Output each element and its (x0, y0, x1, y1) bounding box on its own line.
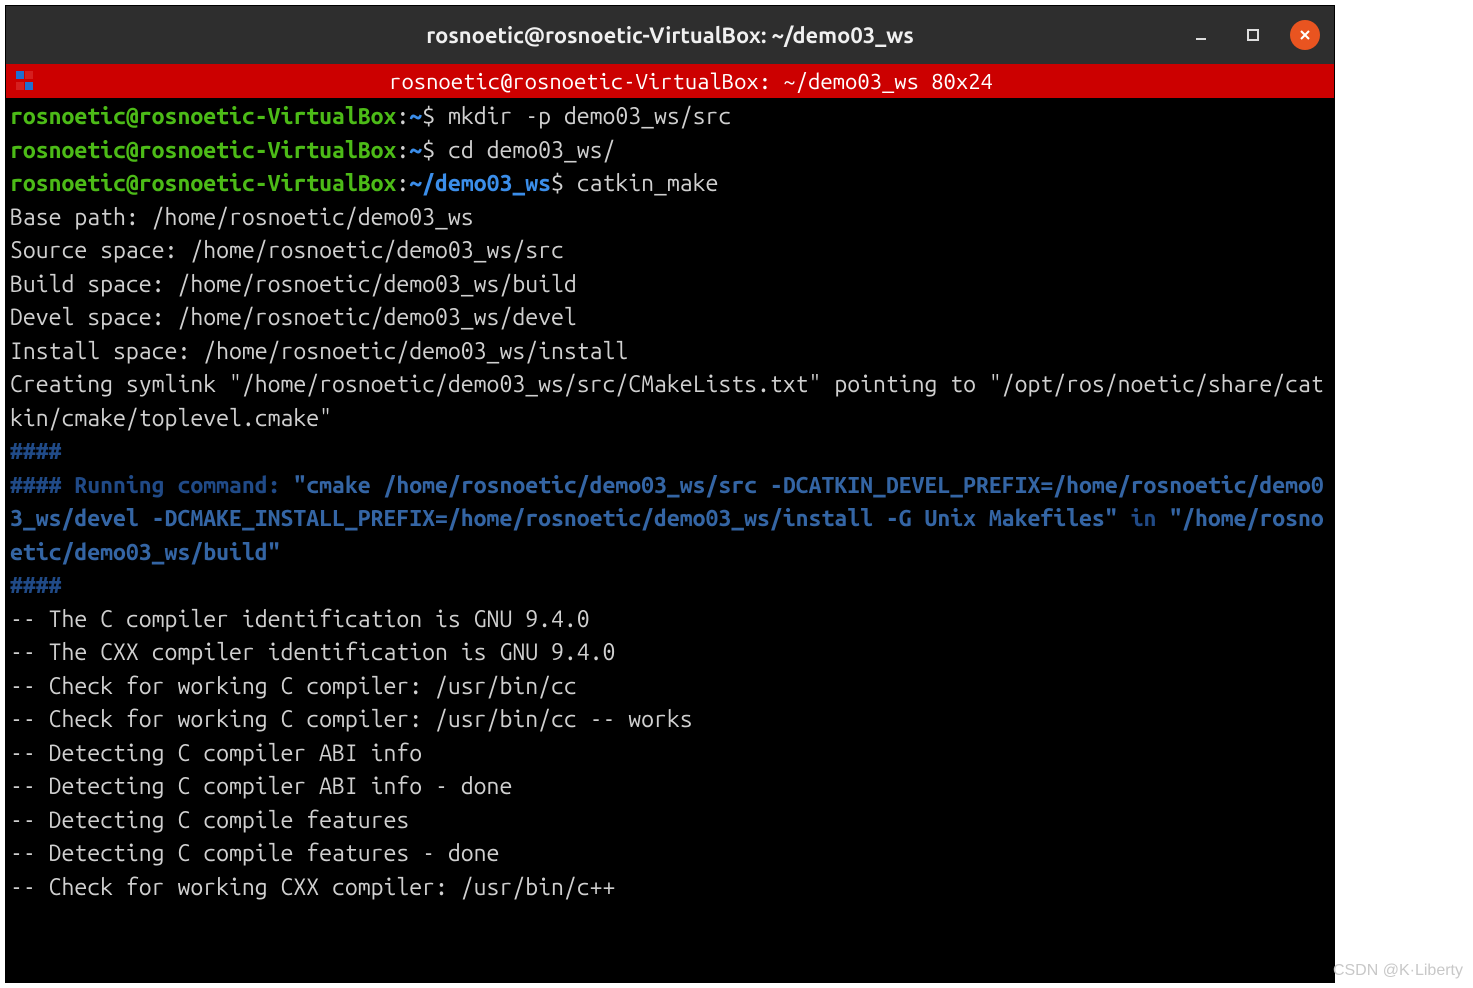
output-line: -- Detecting C compiler ABI info - done (10, 774, 512, 799)
terminal-window: rosnoetic@rosnoetic-VirtualBox: ~/demo03… (6, 6, 1334, 982)
prompt-dollar: $ (422, 104, 448, 129)
terminal-output[interactable]: rosnoetic@rosnoetic-VirtualBox:~$ mkdir … (6, 98, 1334, 982)
window-title: rosnoetic@rosnoetic-VirtualBox: ~/demo03… (426, 23, 913, 48)
output-line: Install space: /home/rosnoetic/demo03_ws… (10, 339, 628, 364)
command-text: cd demo03_ws/ (448, 138, 615, 163)
prompt-path: ~/demo03_ws (409, 171, 551, 196)
running-prefix: #### Running command: (10, 473, 293, 498)
prompt-sep: : (396, 104, 409, 129)
output-line: Devel space: /home/rosnoetic/demo03_ws/d… (10, 305, 577, 330)
icon-square (16, 71, 24, 79)
prompt-user: rosnoetic@rosnoetic-VirtualBox (10, 171, 396, 196)
close-button[interactable] (1290, 20, 1320, 50)
minimize-button[interactable] (1186, 20, 1216, 50)
output-line: Base path: /home/rosnoetic/demo03_ws (10, 205, 474, 230)
prompt-user: rosnoetic@rosnoetic-VirtualBox (10, 104, 396, 129)
output-line: -- Check for working C compiler: /usr/bi… (10, 707, 693, 732)
output-line: -- Detecting C compiler ABI info (10, 741, 422, 766)
output-line: -- The CXX compiler identification is GN… (10, 640, 615, 665)
prompt-sep: : (396, 138, 409, 163)
prompt-sep: : (396, 171, 409, 196)
output-line: -- The C compiler identification is GNU … (10, 607, 590, 632)
icon-square (25, 71, 33, 79)
terminator-tabbar: rosnoetic@rosnoetic-VirtualBox: ~/demo03… (6, 64, 1334, 98)
prompt-dollar: $ (422, 138, 448, 163)
terminal-tab-title: rosnoetic@rosnoetic-VirtualBox: ~/demo03… (48, 69, 1334, 94)
output-line: -- Check for working CXX compiler: /usr/… (10, 875, 615, 900)
output-line: Source space: /home/rosnoetic/demo03_ws/… (10, 238, 564, 263)
command-text: mkdir -p demo03_ws/src (448, 104, 731, 129)
prompt-user: rosnoetic@rosnoetic-VirtualBox (10, 138, 396, 163)
icon-square (16, 82, 24, 90)
terminator-icon[interactable] (12, 67, 40, 95)
watermark: CSDN @K·Liberty (1333, 962, 1463, 980)
output-line: Creating symlink "/home/rosnoetic/demo03… (10, 372, 1324, 431)
output-line: -- Check for working C compiler: /usr/bi… (10, 674, 577, 699)
titlebar[interactable]: rosnoetic@rosnoetic-VirtualBox: ~/demo03… (6, 6, 1334, 64)
prompt-path: ~ (409, 104, 422, 129)
maximize-button[interactable] (1238, 20, 1268, 50)
output-line: Build space: /home/rosnoetic/demo03_ws/b… (10, 272, 577, 297)
command-text: catkin_make (577, 171, 719, 196)
output-line: -- Detecting C compile features - done (10, 841, 499, 866)
running-in: in (1118, 506, 1170, 531)
prompt-dollar: $ (551, 171, 577, 196)
icon-square (25, 82, 33, 90)
prompt-path: ~ (409, 138, 422, 163)
output-line: -- Detecting C compile features (10, 808, 409, 833)
window-controls (1186, 20, 1320, 50)
hash-separator: #### (10, 439, 62, 464)
hash-separator: #### (10, 573, 62, 598)
